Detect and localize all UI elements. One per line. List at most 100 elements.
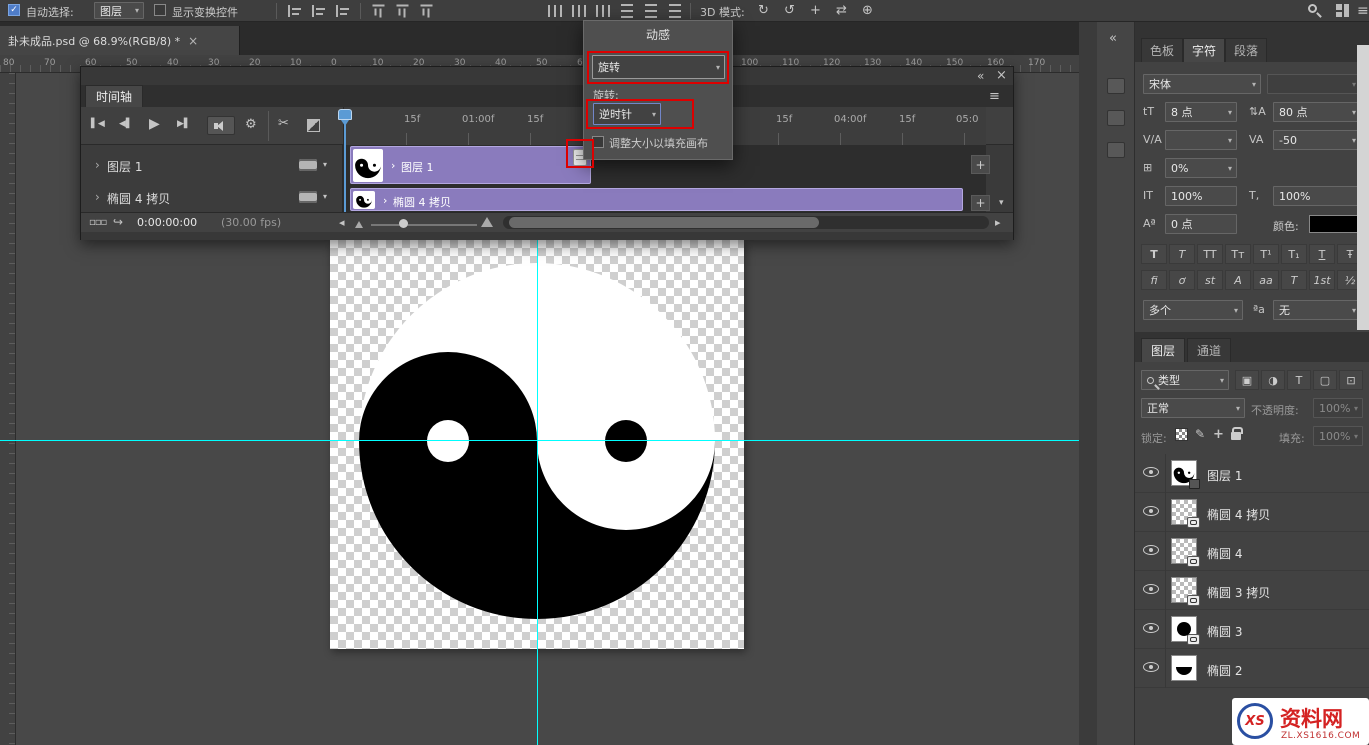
scissors-icon[interactable]: ✂ [278, 117, 289, 130]
layer-row[interactable]: 椭圆 4 [1135, 532, 1369, 571]
chevron-down-icon[interactable]: ▾ [323, 193, 327, 201]
add-media-button[interactable]: + [971, 195, 990, 211]
zoom-in-icon[interactable] [481, 217, 493, 227]
distribute-middle-icon[interactable] [572, 5, 586, 17]
auto-select-checkbox[interactable]: ✓ [8, 4, 20, 16]
collapsed-panel-icon[interactable] [1107, 78, 1125, 94]
ligatures-button[interactable]: fi [1141, 270, 1167, 290]
tab-layers[interactable]: 图层 [1141, 338, 1185, 362]
underline-button[interactable]: T [1309, 244, 1335, 264]
distribute-top-icon[interactable] [548, 5, 562, 17]
visibility-eye-icon[interactable] [1143, 467, 1159, 477]
close-icon[interactable]: × [188, 34, 198, 48]
align-center-h-icon[interactable] [312, 5, 325, 17]
clip-ellipse4-copy[interactable]: › 椭圆 4 拷贝 [350, 188, 963, 211]
tab-swatches[interactable]: 色板 [1141, 38, 1183, 62]
chevron-right-icon[interactable]: › [383, 195, 387, 206]
visibility-eye-icon[interactable] [1143, 545, 1159, 555]
collapsed-panel-icon[interactable] [1107, 142, 1125, 158]
swash-button[interactable]: A [1225, 270, 1251, 290]
distribute-bottom-icon[interactable] [596, 5, 610, 17]
baseline-shift-field[interactable]: 0 点 [1165, 214, 1237, 234]
chevron-down-icon[interactable]: ▾ [323, 161, 327, 169]
audio-mute-button[interactable] [207, 116, 235, 135]
playhead[interactable] [338, 109, 352, 120]
all-caps-button[interactable]: TT [1197, 244, 1223, 264]
panel-menu-icon[interactable]: ≡ [989, 90, 1000, 103]
previous-frame-icon[interactable]: ◀▌ [119, 120, 133, 129]
align-left-icon[interactable] [288, 5, 301, 17]
rotate-direction-select[interactable]: 逆时针▾ [593, 103, 661, 125]
layer-filter-select[interactable]: 类型▾ [1141, 370, 1229, 390]
discretionary-ligatures-button[interactable]: st [1197, 270, 1223, 290]
chevron-right-icon[interactable]: › [95, 159, 100, 171]
small-caps-button[interactable]: Tт [1225, 244, 1251, 264]
align-top-icon[interactable] [373, 5, 385, 18]
filter-shape-layers-button[interactable]: ▢ [1313, 370, 1337, 390]
3d-rotate-icon[interactable]: ↻ [758, 4, 769, 17]
horizontal-scale-field[interactable]: 100% [1273, 186, 1361, 206]
zoom-slider-knob[interactable] [399, 219, 408, 228]
add-media-button[interactable]: + [971, 155, 990, 174]
first-frame-icon[interactable]: ▌◀ [91, 120, 105, 129]
tab-character[interactable]: 字符 [1183, 38, 1225, 62]
font-family-select[interactable]: 宋体▾ [1143, 74, 1261, 94]
align-right-icon[interactable] [336, 5, 349, 17]
align-bottom-icon[interactable] [421, 5, 433, 18]
tsume-select[interactable]: 0%▾ [1165, 158, 1237, 178]
timeline-scrollbar[interactable] [503, 216, 989, 229]
distribute-left-icon[interactable] [621, 4, 633, 18]
expand-panels-icon[interactable]: « [1109, 32, 1117, 45]
auto-select-target-select[interactable]: 图层▾ [94, 2, 144, 19]
fill-field[interactable]: 100%▾ [1313, 426, 1363, 446]
visibility-eye-icon[interactable] [1143, 662, 1159, 672]
filter-adjustment-layers-button[interactable]: ◑ [1261, 370, 1285, 390]
filter-pixel-layers-button[interactable]: ▣ [1235, 370, 1259, 390]
text-color-swatch[interactable] [1309, 215, 1361, 233]
collapsed-panel-icon[interactable] [1107, 110, 1125, 126]
distribute-right-icon[interactable] [669, 4, 681, 18]
scroll-left-icon[interactable]: ◂ [339, 217, 345, 228]
distribute-center-icon[interactable] [645, 4, 657, 18]
opacity-field[interactable]: 100%▾ [1313, 398, 1363, 418]
lock-transparency-icon[interactable] [1175, 428, 1188, 441]
faux-italic-button[interactable]: T [1169, 244, 1195, 264]
font-size-select[interactable]: 8 点▾ [1165, 102, 1237, 122]
layer-row[interactable]: 椭圆 3 拷贝 [1135, 571, 1369, 610]
visibility-eye-icon[interactable] [1143, 506, 1159, 516]
language-select[interactable]: 多个▾ [1143, 300, 1243, 320]
ruler-vertical[interactable] [0, 73, 16, 745]
anti-alias-select[interactable]: 无▾ [1273, 300, 1361, 320]
motion-style-select[interactable]: 旋转▾ [592, 55, 725, 79]
transition-icon[interactable] [307, 119, 320, 132]
panel-menu-icon[interactable]: ≡ [1357, 4, 1369, 18]
lock-all-icon[interactable] [1231, 432, 1241, 440]
font-style-select[interactable]: ▾ [1267, 74, 1361, 94]
layer-thumbnail[interactable] [1171, 616, 1197, 642]
visibility-eye-icon[interactable] [1143, 623, 1159, 633]
subscript-button[interactable]: T₁ [1281, 244, 1307, 264]
guide-horizontal[interactable] [0, 440, 1079, 441]
tab-paragraph[interactable]: 段落 [1225, 38, 1267, 62]
layer-row[interactable]: 椭圆 4 拷贝 [1135, 493, 1369, 532]
titling-alternates-button[interactable]: T [1281, 270, 1307, 290]
tracking-select[interactable]: -50▾ [1273, 130, 1361, 150]
filter-type-layers-button[interactable]: T [1287, 370, 1311, 390]
ordinals-button[interactable]: 1st [1309, 270, 1335, 290]
scroll-right-icon[interactable]: ▸ [995, 217, 1001, 228]
clip-layer1[interactable]: › 图层 1 [350, 146, 591, 184]
search-icon[interactable] [1308, 4, 1317, 13]
zoom-slider-track[interactable] [371, 224, 477, 226]
track1-header-label[interactable]: 图层 1 [107, 158, 142, 175]
3d-scale-icon[interactable]: ⊕ [862, 4, 873, 17]
show-transform-checkbox[interactable] [154, 4, 166, 16]
blend-mode-select[interactable]: 正常▾ [1141, 398, 1245, 418]
leading-select[interactable]: 80 点▾ [1273, 102, 1361, 122]
layer-row[interactable]: 椭圆 2 [1135, 649, 1369, 688]
timeline-scrollbar-thumb[interactable] [509, 217, 819, 228]
vertical-scale-field[interactable]: 100% [1165, 186, 1237, 206]
document-tab[interactable]: 卦未成品.psd @ 68.9%(RGB/8) * × [0, 26, 240, 55]
edge-panel-strip[interactable] [1357, 45, 1369, 330]
workspace-switcher-icon[interactable] [1336, 4, 1349, 17]
align-middle-icon[interactable] [397, 5, 409, 18]
